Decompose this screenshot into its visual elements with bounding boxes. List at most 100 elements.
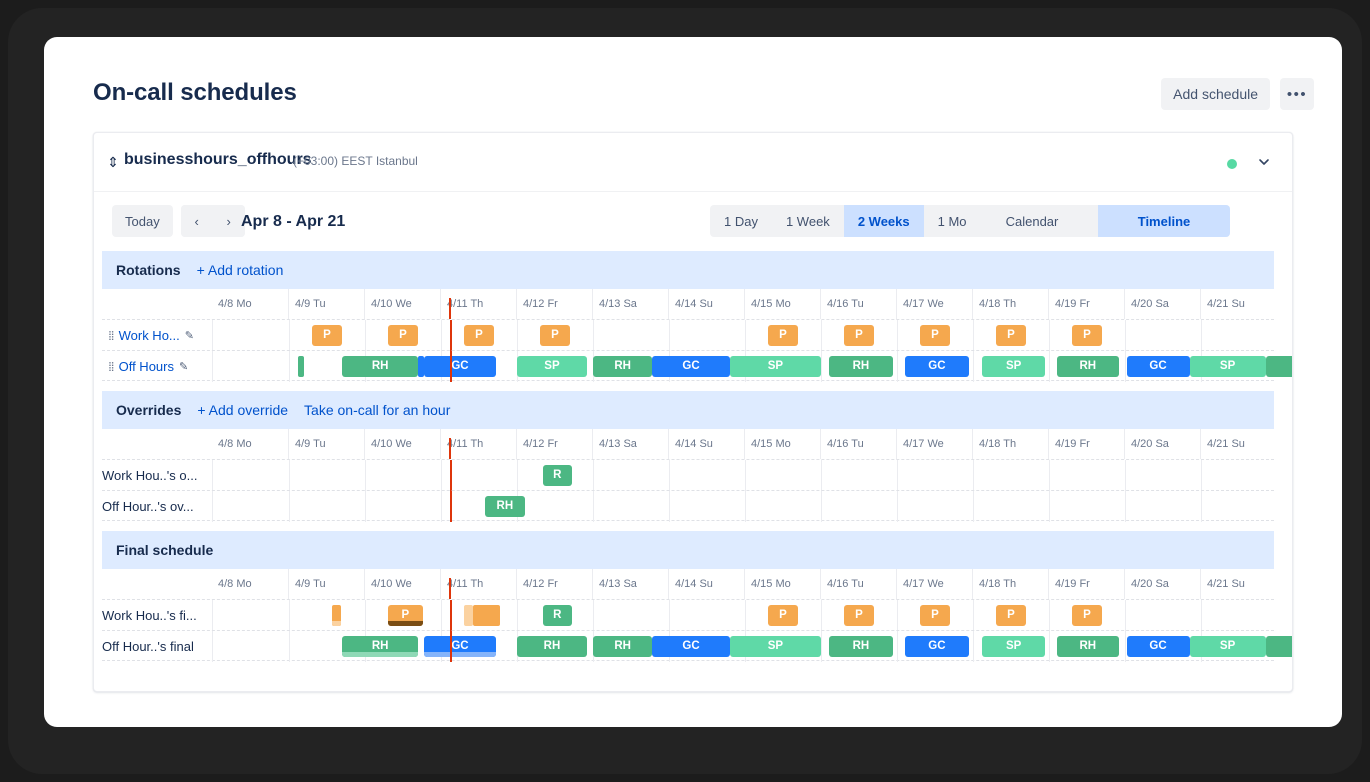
schedule-bar[interactable]: RH — [828, 356, 894, 377]
view-option-calendar[interactable]: Calendar — [966, 205, 1098, 237]
schedule-bar[interactable]: P — [1071, 605, 1103, 626]
row-label[interactable]: ⣿ Off Hours ✎ — [102, 351, 212, 382]
next-period-button[interactable]: › — [212, 205, 245, 237]
grid-block-final-schedule: 4/8 Mo 4/9 Tu 4/10 We 4/11 Th 4/12 Fr 4/13 Sa… — [102, 569, 1292, 662]
schedule-bar[interactable]: GC — [904, 636, 970, 657]
drag-handle-icon[interactable]: ⇕ — [106, 151, 120, 173]
column-gridline — [1125, 631, 1126, 662]
section-title: Rotations — [116, 262, 181, 278]
column-gridline — [1049, 460, 1050, 491]
row-lane[interactable]: RHGCRHRHGCSPRHGCSPRHGCSPRH — [212, 631, 1292, 662]
schedule-bar[interactable]: P — [919, 605, 951, 626]
row-label[interactable]: ⣿ Work Ho... ✎ — [102, 320, 212, 351]
schedule-bar[interactable]: SP — [982, 356, 1046, 377]
schedule-bar[interactable]: SP — [517, 356, 587, 377]
schedule-bar[interactable] — [298, 356, 305, 377]
schedule-bar[interactable]: P — [311, 325, 343, 346]
schedule-bar[interactable]: SP — [982, 636, 1046, 657]
schedule-bar[interactable]: RH — [1265, 356, 1292, 377]
row-lane[interactable]: PRPPPPP — [212, 600, 1274, 631]
schedule-bar[interactable]: P — [539, 325, 571, 346]
schedule-bar[interactable]: RH — [828, 636, 894, 657]
more-options-button[interactable]: ••• — [1280, 78, 1314, 110]
section-link-overrides-0[interactable]: + Add override — [197, 402, 288, 418]
today-button[interactable]: Today — [112, 205, 173, 237]
schedule-bar[interactable]: SP — [729, 636, 821, 657]
schedule-bar[interactable]: GC — [424, 636, 496, 657]
column-gridline — [973, 460, 974, 491]
row-lane[interactable]: PPPPPPPPP — [212, 320, 1274, 351]
schedule-bar[interactable]: P — [463, 325, 495, 346]
timeline-toolbar: Today ‹ › Apr 8 - Apr 21 1 Day 1 Week 2 We… — [94, 192, 1292, 251]
schedule-bar[interactable]: GC — [1126, 636, 1190, 657]
bar-underline — [387, 621, 423, 626]
drag-grip-icon[interactable]: ⣿ — [108, 361, 115, 372]
schedule-bar[interactable]: RH — [485, 496, 525, 517]
schedule-name[interactable]: businesshours_offhours — [124, 151, 312, 169]
schedule-bar[interactable] — [472, 605, 501, 626]
schedule-bar[interactable]: RH — [1056, 636, 1119, 657]
range-option-2-weeks[interactable]: 2 Weeks — [843, 205, 924, 237]
range-option-1-week[interactable]: 1 Week — [772, 205, 844, 237]
column-gridline — [289, 631, 290, 662]
device-frame: On-call schedules Add schedule ••• ⇕ bus… — [8, 8, 1362, 774]
schedule-bar[interactable]: GC — [652, 356, 730, 377]
date-column-header: 4/13 Sa — [592, 429, 668, 459]
date-column-header: 4/9 Tu — [288, 289, 364, 319]
schedule-bar[interactable]: P — [387, 605, 423, 626]
schedule-bar[interactable] — [331, 605, 341, 626]
schedule-bar[interactable]: SP — [1189, 356, 1266, 377]
date-column-header: 4/9 Tu — [288, 569, 364, 599]
view-option-timeline[interactable]: Timeline — [1098, 205, 1230, 237]
date-column-header: 4/12 Fr — [516, 569, 592, 599]
row-lane[interactable]: RHGCSPRHGCSPRHGCSPRHGCSPRH — [212, 351, 1292, 382]
row-label-text: Work Hou..'s o... — [102, 468, 198, 483]
schedule-bar[interactable]: RH — [342, 356, 419, 377]
schedule-bar[interactable]: RH — [517, 636, 587, 657]
schedule-bar[interactable]: P — [995, 605, 1027, 626]
date-column-header: 4/11 Th — [440, 569, 516, 599]
schedule-bar[interactable]: P — [995, 325, 1027, 346]
drag-grip-icon[interactable]: ⣿ — [108, 330, 115, 341]
schedule-bar[interactable]: RH — [593, 356, 653, 377]
section-link-rotations-0[interactable]: + Add rotation — [197, 262, 284, 278]
schedule-bar[interactable]: P — [1071, 325, 1103, 346]
column-gridline — [1201, 460, 1202, 491]
schedule-bar[interactable]: P — [767, 325, 799, 346]
column-gridline — [897, 460, 898, 491]
schedule-bar[interactable]: P — [843, 325, 875, 346]
range-option-1-day[interactable]: 1 Day — [710, 205, 772, 237]
column-gridline — [669, 320, 670, 351]
row-label-text: Off Hour..'s ov... — [102, 499, 194, 514]
schedule-bar[interactable]: GC — [1126, 356, 1190, 377]
schedule-bar[interactable]: GC — [904, 356, 970, 377]
schedule-bar[interactable]: SP — [729, 356, 821, 377]
edit-pencil-icon[interactable]: ✎ — [179, 360, 188, 373]
schedule-bar[interactable]: SP — [1189, 636, 1266, 657]
date-column-header: 4/15 Mo — [744, 289, 820, 319]
date-column-header: 4/17 We — [896, 429, 972, 459]
schedule-bar[interactable]: R — [542, 465, 572, 486]
schedule-bar[interactable]: P — [919, 325, 951, 346]
column-gridline — [1049, 600, 1050, 631]
add-schedule-button[interactable]: Add schedule — [1161, 78, 1270, 110]
row-lane[interactable]: R — [212, 460, 1274, 491]
schedule-bar[interactable]: RH — [593, 636, 653, 657]
schedule-bar[interactable]: RH — [342, 636, 419, 657]
row-lane[interactable]: RH — [212, 491, 1274, 522]
schedule-bar[interactable] — [463, 605, 473, 626]
schedule-bar[interactable]: GC — [424, 356, 496, 377]
chevron-down-icon[interactable] — [1253, 151, 1275, 173]
schedule-bar[interactable]: R — [542, 605, 572, 626]
timeline-row: ⣿Off Hours✎RHGCSPRHGCSPRHGCSPRHGCSPRH — [102, 350, 1292, 382]
schedule-bar[interactable]: P — [843, 605, 875, 626]
schedule-bar[interactable]: P — [387, 325, 419, 346]
column-gridline — [1201, 320, 1202, 351]
schedule-bar[interactable]: GC — [652, 636, 730, 657]
edit-pencil-icon[interactable]: ✎ — [185, 329, 194, 342]
schedule-bar[interactable]: RH — [1265, 636, 1292, 657]
schedule-bar[interactable]: P — [767, 605, 799, 626]
previous-period-button[interactable]: ‹ — [180, 205, 213, 237]
schedule-bar[interactable]: RH — [1056, 356, 1119, 377]
section-link-overrides-1[interactable]: Take on-call for an hour — [304, 402, 450, 418]
